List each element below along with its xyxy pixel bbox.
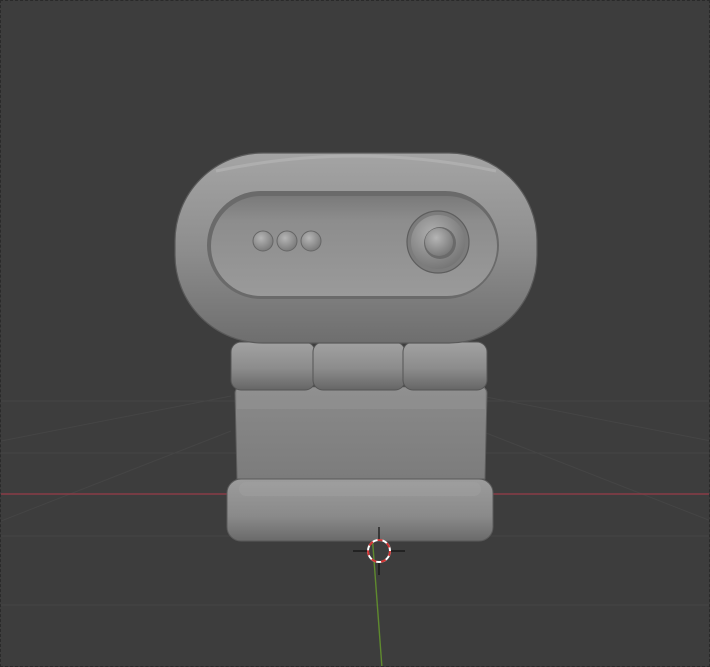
webcam-model[interactable] [174,152,538,542]
hinge-middle [312,341,406,391]
camera-lens [406,210,470,274]
3d-viewport[interactable] [0,0,710,667]
hinge-left [230,341,316,391]
indicator-lights [252,230,322,252]
hinge-right [402,341,488,391]
viewport-canvas [1,152,709,666]
